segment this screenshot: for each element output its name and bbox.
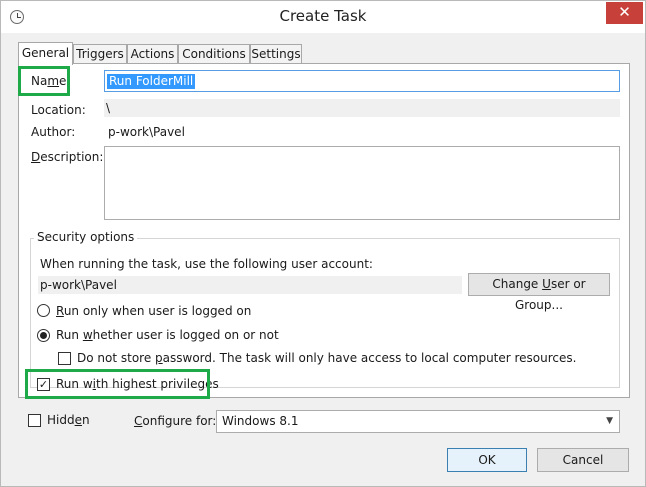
radio-run-whether-logged-on-label: Run whether user is logged on or not xyxy=(56,328,279,342)
tab-actions[interactable]: Actions xyxy=(127,44,178,64)
tab-triggers[interactable]: Triggers xyxy=(73,44,127,64)
author-value: p-work\Pavel xyxy=(108,125,185,139)
user-account-value: p-work\Pavel xyxy=(38,276,462,294)
change-user-or-group-button[interactable]: Change User or Group... xyxy=(468,273,610,312)
radio-run-whether-logged-on[interactable] xyxy=(37,329,50,342)
close-button[interactable]: ✕ xyxy=(606,2,643,24)
location-value: \ xyxy=(104,99,620,117)
name-highlight-box xyxy=(18,66,70,96)
title-bar: Create Task ✕ xyxy=(1,1,645,33)
ok-button[interactable]: OK xyxy=(447,448,527,472)
name-input[interactable]: Run FolderMill xyxy=(104,70,620,92)
description-textarea[interactable] xyxy=(104,146,620,220)
account-prompt: When running the task, use the following… xyxy=(40,257,373,271)
window-title: Create Task xyxy=(279,7,367,25)
security-options-title: Security options xyxy=(34,230,138,244)
radio-run-only-logged-on[interactable] xyxy=(37,304,50,317)
configure-for-select[interactable]: Windows 8.1 ▼ xyxy=(216,410,620,433)
do-not-store-password-checkbox[interactable] xyxy=(58,352,71,365)
location-label: Location: xyxy=(31,103,86,117)
do-not-store-password-label: Do not store password. The task will onl… xyxy=(77,351,577,365)
hidden-label: Hidden xyxy=(47,413,90,427)
radio-run-only-logged-on-label: Run only when user is logged on xyxy=(56,304,252,318)
configure-for-label: Configure for: xyxy=(134,414,217,428)
privileges-highlight-box xyxy=(25,369,210,399)
configure-for-selected-value: Windows 8.1 xyxy=(222,414,299,428)
tab-conditions[interactable]: Conditions xyxy=(178,44,250,64)
hidden-checkbox[interactable] xyxy=(28,414,41,427)
tab-settings[interactable]: Settings xyxy=(250,44,302,64)
author-label: Author: xyxy=(31,125,76,139)
create-task-window: Create Task ✕ General Triggers Actions C… xyxy=(0,0,646,487)
description-label: Description: xyxy=(31,150,104,164)
name-input-selected-text: Run FolderMill xyxy=(107,74,196,89)
cancel-button[interactable]: Cancel xyxy=(537,448,629,472)
chevron-down-icon: ▼ xyxy=(606,416,613,426)
tab-general[interactable]: General xyxy=(18,42,73,65)
